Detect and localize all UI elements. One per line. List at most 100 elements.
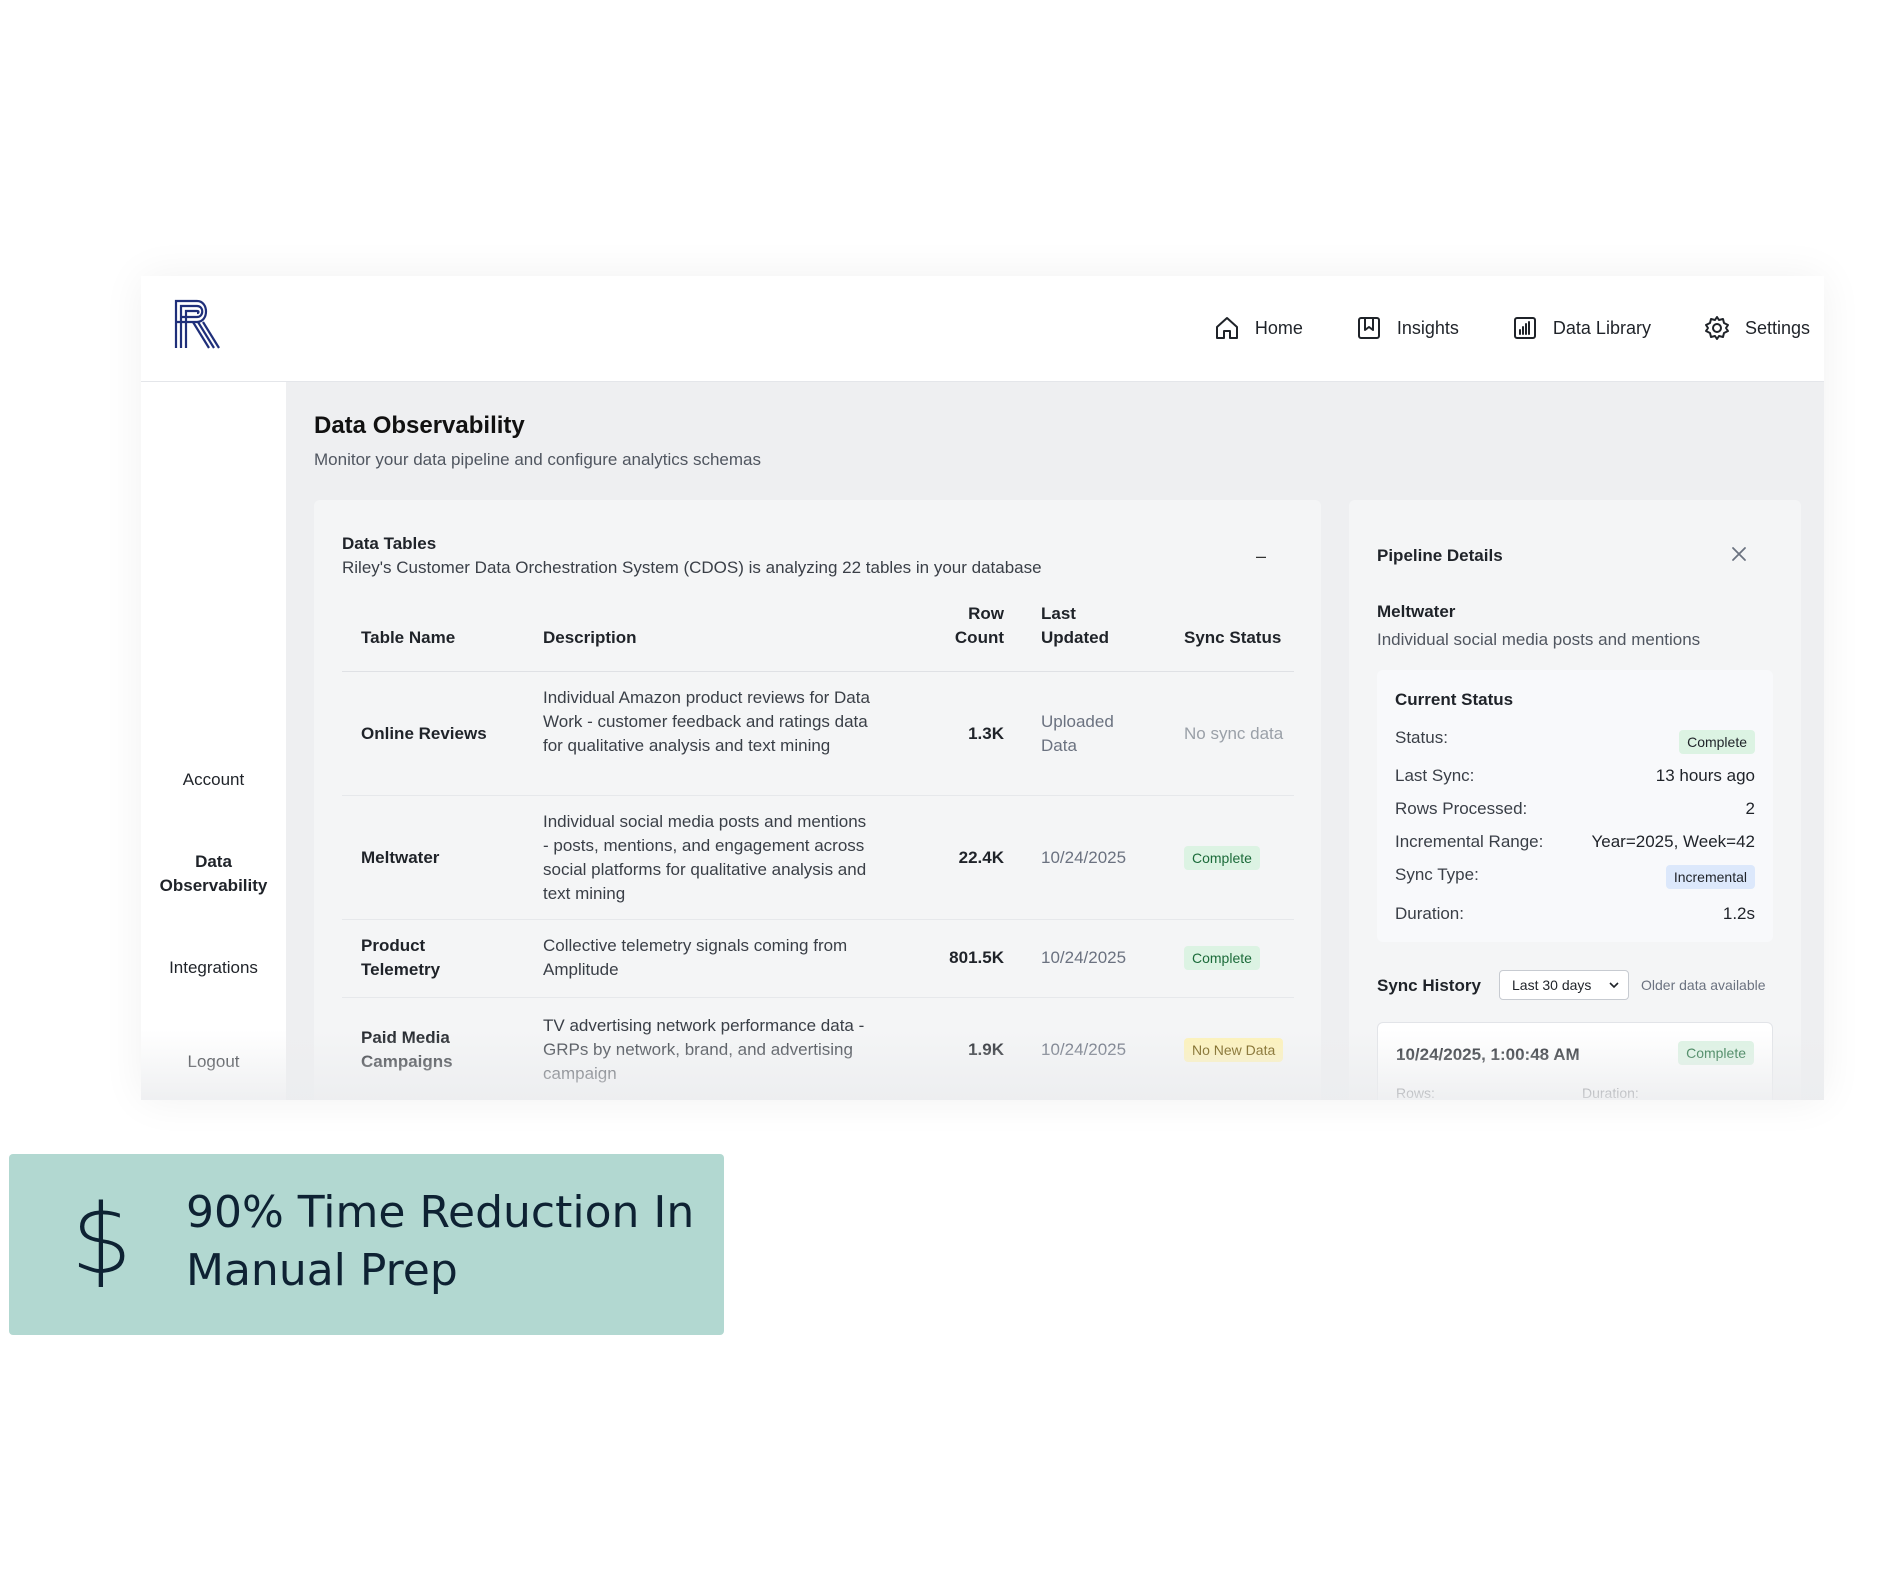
table-row[interactable]: Paid Media Campaigns TV advertising netw… xyxy=(342,998,1294,1098)
row-name: Product Telemetry xyxy=(361,936,441,979)
duration-row: Duration: 1.2s xyxy=(1395,904,1755,928)
current-status-box: Current Status Status: Complete Last Syn… xyxy=(1377,670,1773,942)
sidebar: Account Data Observability Integrations … xyxy=(141,382,286,1100)
row-last-updated: 10/24/2025 xyxy=(1041,1040,1127,1059)
sync-entry-badge-wrap: Complete xyxy=(1678,1041,1754,1065)
nav-home-label: Home xyxy=(1254,317,1303,338)
promo-text: 90% Time Reduction In Manual Prep xyxy=(186,1187,695,1296)
sync-type-badge: Incremental xyxy=(1665,865,1755,889)
row-count: 22.4K xyxy=(958,848,1004,867)
home-icon xyxy=(1215,317,1238,339)
nav-settings[interactable]: Settings xyxy=(1651,310,1810,346)
older-data-note[interactable]: Older data available xyxy=(1641,977,1766,993)
sync-type-row: Sync Type: Incremental xyxy=(1395,865,1755,895)
row-sync-status-cell: Complete xyxy=(1184,946,1260,970)
nav-home[interactable]: Home xyxy=(1161,310,1303,346)
close-icon[interactable] xyxy=(1729,544,1749,564)
incremental-range-row: Incremental Range: Year=2025, Week=42 xyxy=(1395,832,1755,856)
sync-history-range-value: Last 30 days xyxy=(1512,977,1592,993)
main-content: Data Observability Monitor your data pip… xyxy=(286,382,1824,1100)
bookmark-icon xyxy=(1357,317,1380,339)
status-row: Status: Complete xyxy=(1395,728,1755,758)
header-description[interactable]: Description xyxy=(543,626,637,650)
sidebar-item-logout[interactable]: Logout xyxy=(141,1050,286,1074)
page-title: Data Observability xyxy=(314,412,525,439)
header-last-updated-line1[interactable]: Last xyxy=(1041,602,1076,626)
nav-insights[interactable]: Insights xyxy=(1303,310,1459,346)
sync-history-entry[interactable]: 10/24/2025, 1:00:48 AM Complete Rows: Du… xyxy=(1377,1022,1773,1100)
pipeline-details-panel: Pipeline Details Meltwater Individual so… xyxy=(1349,500,1801,1100)
sync-entry-duration-label: Duration: xyxy=(1582,1085,1639,1100)
row-description: Individual Amazon product reviews for Da… xyxy=(543,688,870,755)
brand-logo-icon[interactable] xyxy=(173,298,221,350)
sync-history-title: Sync History xyxy=(1377,976,1481,995)
dollar-icon: $ xyxy=(71,1184,133,1296)
sidebar-item-account[interactable]: Account xyxy=(141,768,286,792)
last-sync-row: Last Sync: 13 hours ago xyxy=(1395,766,1755,790)
incremental-range-value: Year=2025, Week=42 xyxy=(1591,832,1755,851)
row-description: Individual social media posts and mentio… xyxy=(543,812,867,903)
nav-insights-label: Insights xyxy=(1396,317,1459,338)
panel-title: Pipeline Details xyxy=(1377,546,1503,565)
pipeline-name: Meltwater xyxy=(1377,602,1456,621)
table-row[interactable]: Product Telemetry Collective telemetry s… xyxy=(342,920,1294,998)
table-row[interactable]: Meltwater Individual social media posts … xyxy=(342,796,1294,920)
header-last-updated-line2[interactable]: Updated xyxy=(1041,626,1109,650)
card-title: Data Tables xyxy=(342,534,437,553)
current-status-title: Current Status xyxy=(1395,690,1514,709)
duration-label: Duration: xyxy=(1395,904,1464,923)
row-sync-status: No sync data xyxy=(1184,724,1284,743)
row-count: 1.9K xyxy=(968,1040,1004,1059)
rows-processed-label: Rows Processed: xyxy=(1395,799,1528,818)
row-name: Meltwater xyxy=(361,848,440,867)
nav-settings-label: Settings xyxy=(1744,317,1810,338)
row-sync-status-cell: No New Data xyxy=(1184,1038,1284,1062)
app-window: Home Insights Data Library Settings Acco… xyxy=(141,276,1824,1100)
card-subtitle: Riley's Customer Data Orchestration Syst… xyxy=(342,558,1042,577)
nav-data-library[interactable]: Data Library xyxy=(1459,310,1651,346)
last-sync-label: Last Sync: xyxy=(1395,766,1475,785)
header-row-count-line2[interactable]: Count xyxy=(932,626,1004,650)
status-label: Status: xyxy=(1395,728,1448,747)
sync-type-label: Sync Type: xyxy=(1395,865,1479,884)
sidebar-item-data-observability[interactable]: Data Observability xyxy=(141,850,286,898)
row-last-updated: Uploaded Data xyxy=(1041,712,1114,755)
pipeline-description: Individual social media posts and mentio… xyxy=(1377,630,1701,649)
table-row[interactable]: Online Reviews Individual Amazon product… xyxy=(342,672,1294,796)
row-count: 1.3K xyxy=(968,724,1004,743)
rows-processed-row: Rows Processed: 2 xyxy=(1395,799,1755,823)
row-count: 801.5K xyxy=(949,948,1004,967)
chart-icon xyxy=(1513,317,1536,339)
row-last-updated: 10/24/2025 xyxy=(1041,948,1127,967)
status-badge: Complete xyxy=(1679,730,1755,754)
incremental-range-label: Incremental Range: xyxy=(1395,832,1544,851)
sync-entry-rows-label: Rows: xyxy=(1396,1085,1435,1100)
header-sync-status[interactable]: Sync Status xyxy=(1184,626,1281,650)
nav-data-library-label: Data Library xyxy=(1552,317,1651,338)
data-tables-card: Data Tables Riley's Customer Data Orches… xyxy=(314,500,1321,1100)
sync-history-range-select[interactable]: Last 30 days xyxy=(1499,970,1629,1000)
row-last-updated: 10/24/2025 xyxy=(1041,848,1127,867)
last-sync-value: 13 hours ago xyxy=(1655,766,1755,785)
row-description: Collective telemetry signals coming from… xyxy=(543,936,848,979)
status-badge: Complete xyxy=(1678,1041,1754,1065)
main-nav: Home Insights Data Library Settings xyxy=(1161,310,1810,346)
page-subtitle: Monitor your data pipeline and configure… xyxy=(314,450,761,469)
collapse-button[interactable]: – xyxy=(1253,547,1269,565)
header-row-count-line1[interactable]: Row xyxy=(932,602,1004,626)
chevron-down-icon xyxy=(1609,982,1619,989)
gear-icon xyxy=(1704,316,1729,340)
table-header: Table Name Description Row Count Last Up… xyxy=(342,604,1294,672)
sync-entry-date: 10/24/2025, 1:00:48 AM xyxy=(1396,1045,1580,1064)
duration-value: 1.2s xyxy=(1722,904,1755,923)
top-navigation-bar: Home Insights Data Library Settings xyxy=(141,276,1824,382)
promo-banner: $ 90% Time Reduction In Manual Prep xyxy=(9,1154,724,1335)
row-name: Online Reviews xyxy=(361,724,487,743)
row-description: TV advertising network performance data … xyxy=(543,1016,865,1083)
rows-processed-value: 2 xyxy=(1745,799,1755,818)
status-badge: No New Data xyxy=(1184,1038,1284,1062)
row-sync-status-cell: Complete xyxy=(1184,846,1260,870)
header-table-name[interactable]: Table Name xyxy=(361,626,455,650)
row-name: Paid Media Campaigns xyxy=(361,1028,453,1071)
sidebar-item-integrations[interactable]: Integrations xyxy=(141,956,286,980)
